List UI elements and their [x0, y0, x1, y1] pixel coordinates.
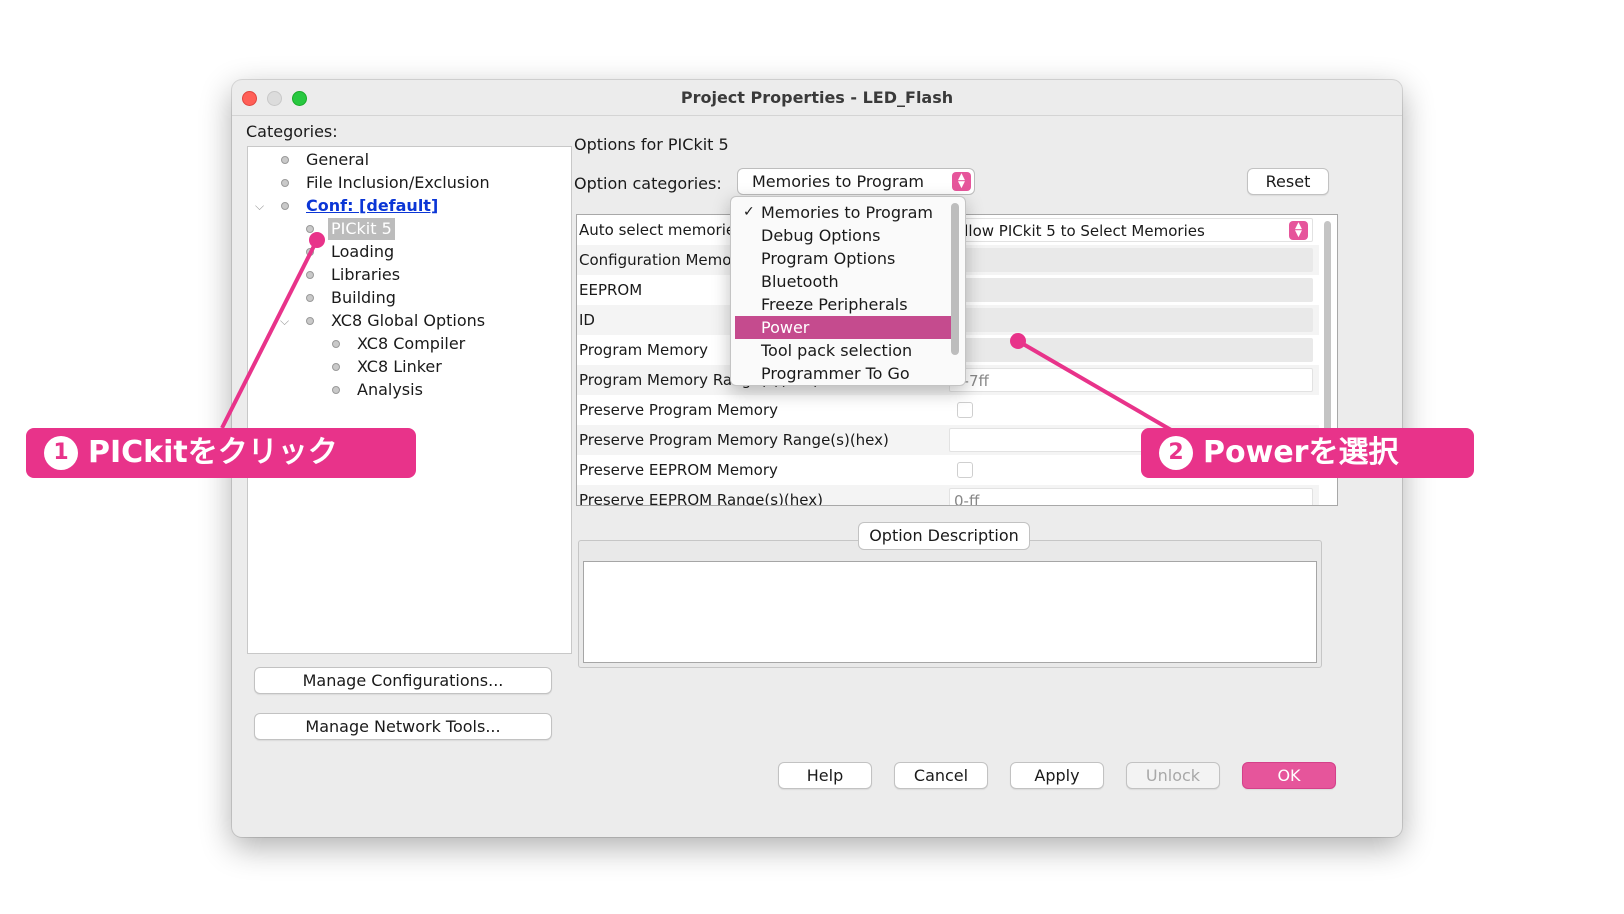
callout-text: Powerを選択 [1203, 435, 1399, 470]
callout1-pointer-line [220, 239, 319, 429]
callout-click-pickit: 1 PICkitをクリック [26, 428, 416, 478]
callout2-pointer-dot [1010, 333, 1026, 349]
callout1-pointer-dot [309, 232, 325, 248]
callout-select-power: 2 Powerを選択 [1141, 428, 1474, 478]
callout-text: PICkitをクリック [88, 435, 338, 470]
callout-number: 1 [44, 436, 78, 470]
callout-number: 2 [1159, 436, 1193, 470]
callout2-pointer-line [1016, 339, 1180, 436]
